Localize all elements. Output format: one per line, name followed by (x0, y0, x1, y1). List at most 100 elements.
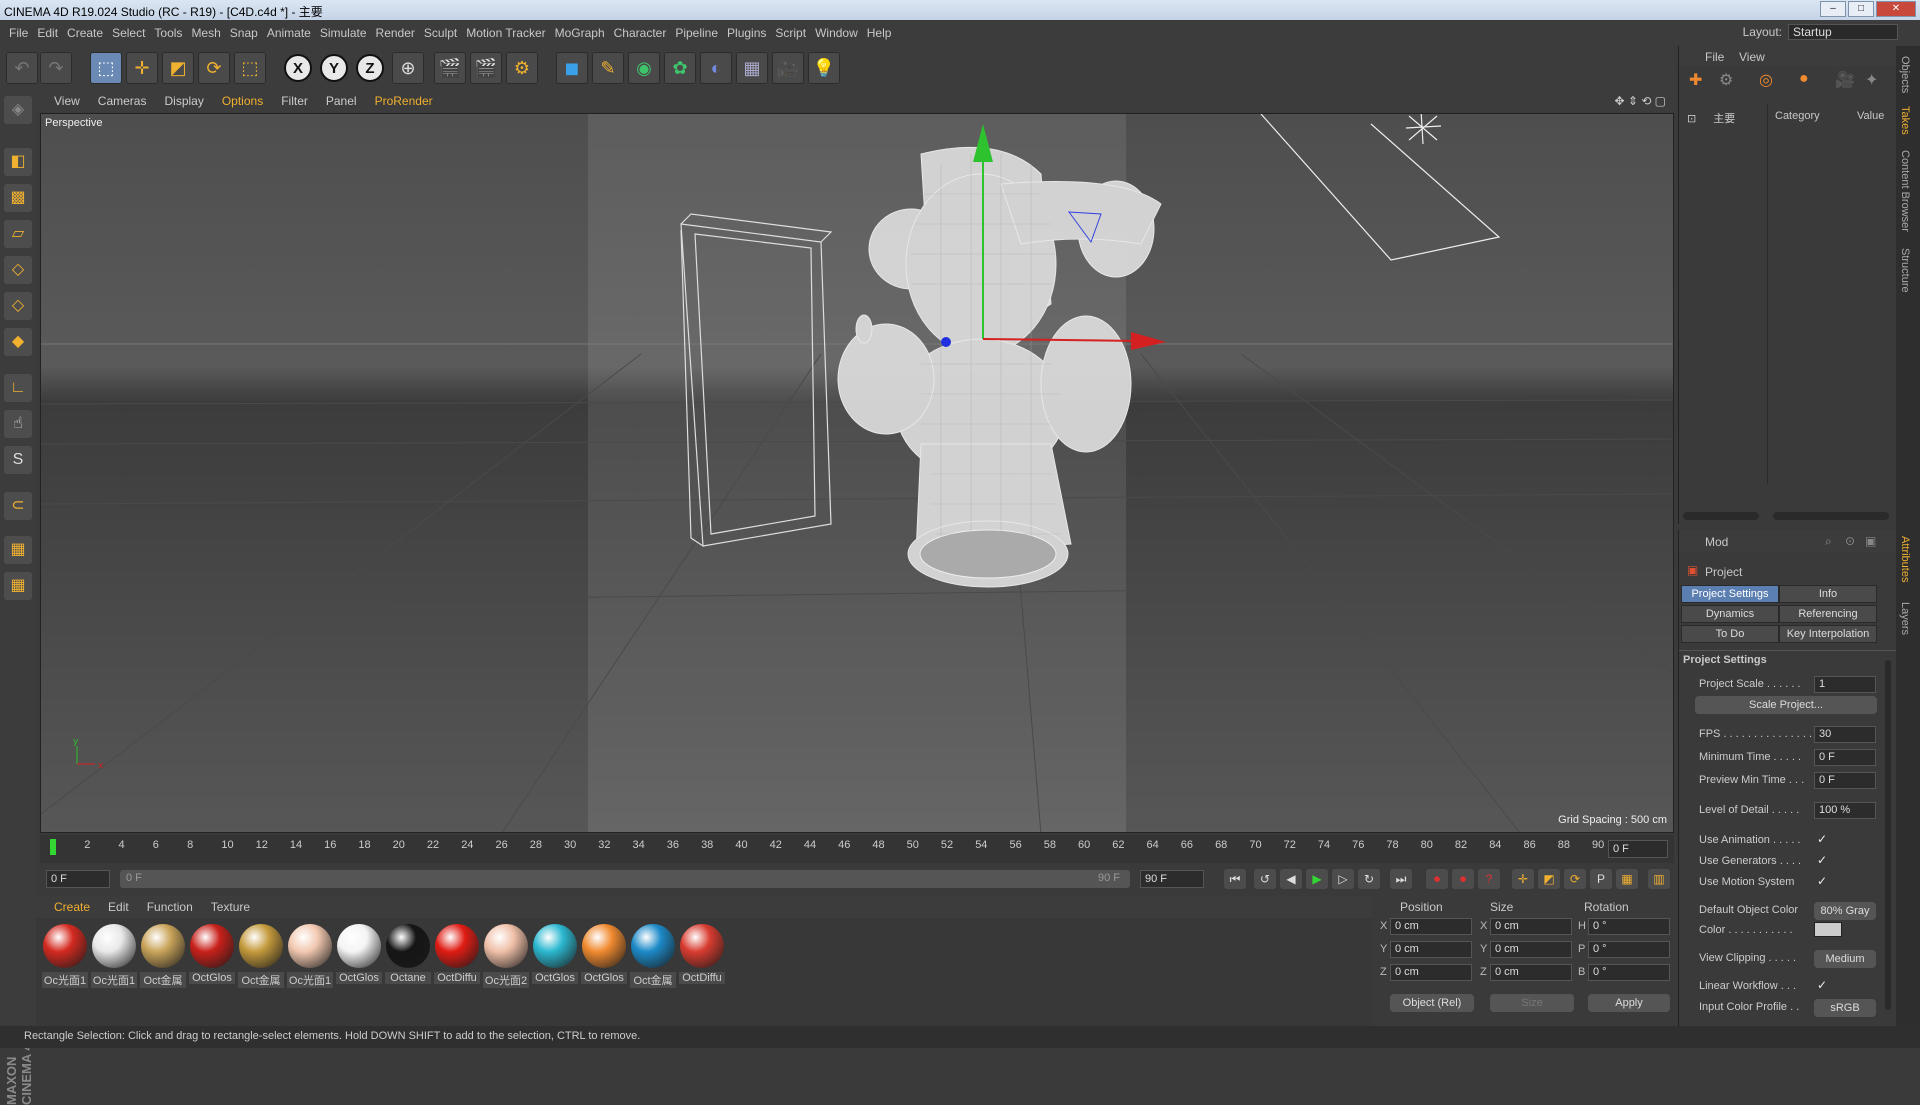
size-field[interactable]: 0 cm (1490, 941, 1572, 958)
cube-icon[interactable]: ◼ (556, 52, 588, 84)
rotation-field[interactable]: 0 ° (1588, 964, 1670, 981)
side-tab-layers[interactable]: Layers (1899, 602, 1911, 635)
key-parameter-icon[interactable]: P (1590, 869, 1612, 889)
prev-frame-icon[interactable]: ◀ (1280, 869, 1302, 889)
octane-tools-icon[interactable]: ✦ (1865, 70, 1878, 90)
viewport-menu-cameras[interactable]: Cameras (98, 94, 147, 108)
material-item[interactable]: OctGlos (581, 924, 627, 984)
material-item[interactable]: Oc光面1 (287, 924, 333, 988)
range-slider[interactable]: 0 F 90 F (120, 870, 1130, 888)
minimize-button[interactable]: – (1820, 1, 1846, 17)
perspective-viewport[interactable]: yx Perspective Grid Spacing : 500 cm (40, 113, 1674, 833)
color-swatch[interactable] (1814, 922, 1842, 937)
tab-info[interactable]: Info (1779, 585, 1877, 603)
scale-icon[interactable]: ◩ (162, 52, 194, 84)
side-tab-content-browser[interactable]: Content Browser (1899, 150, 1911, 232)
cloner-icon[interactable]: ✿ (664, 52, 696, 84)
material-item[interactable]: Octane (385, 924, 431, 984)
x-axis-lock-icon[interactable]: X (284, 54, 312, 82)
viewport-menu-options[interactable]: Options (222, 94, 263, 108)
scale-project-button[interactable]: Scale Project... (1695, 696, 1877, 714)
rotation-field[interactable]: 0 ° (1588, 918, 1670, 935)
horizontal-scrollbar-right[interactable] (1773, 512, 1889, 520)
menu-sculpt[interactable]: Sculpt (424, 26, 457, 40)
material-item[interactable]: OctDiffu (434, 924, 480, 984)
axis-mode-icon[interactable]: ∟ (4, 374, 32, 402)
polygons-mode-icon[interactable]: ◆ (4, 328, 32, 356)
objects-menu-view[interactable]: View (1739, 50, 1765, 64)
viewport-menu-panel[interactable]: Panel (326, 94, 357, 108)
side-tab-attributes[interactable]: Attributes (1899, 536, 1911, 582)
maximize-button[interactable]: □ (1848, 1, 1874, 17)
fps-field[interactable]: 30 (1814, 726, 1876, 743)
timeline-window-icon[interactable]: ▥ (1648, 869, 1670, 889)
material-item[interactable]: OctDiffu (679, 924, 725, 984)
material-item[interactable]: Oc光面2 (483, 924, 529, 988)
snap-icon[interactable]: ⊂ (4, 492, 32, 520)
material-item[interactable]: OctGlos (532, 924, 578, 984)
viewport-menu-display[interactable]: Display (164, 94, 203, 108)
octane-object-icon[interactable]: ● (1799, 70, 1809, 88)
z-axis-lock-icon[interactable]: Z (356, 54, 384, 82)
position-field[interactable]: 0 cm (1390, 918, 1472, 935)
play-icon[interactable]: ▶ (1306, 869, 1328, 889)
start-frame-field[interactable]: 0 F (46, 870, 110, 888)
menu-tools[interactable]: Tools (154, 26, 182, 40)
layout-select[interactable]: Startup (1788, 24, 1898, 40)
menu-help[interactable]: Help (867, 26, 892, 40)
horizontal-scrollbar[interactable] (1683, 512, 1759, 520)
tab-dynamics[interactable]: Dynamics (1681, 605, 1779, 623)
objects-menu-file[interactable]: File (1705, 50, 1724, 64)
octane-camera-icon[interactable]: 🎥 (1835, 70, 1855, 90)
make-editable-icon[interactable]: ◈ (4, 96, 32, 124)
recent-tools-icon[interactable]: ⬚ (234, 52, 266, 84)
end-frame-field[interactable]: 90 F (1140, 870, 1204, 888)
planar-workplane-icon[interactable]: ▦ (4, 572, 32, 600)
view-clipping-select[interactable]: Medium (1814, 950, 1876, 968)
camera-icon[interactable]: 🎥 (772, 52, 804, 84)
close-button[interactable]: ✕ (1876, 1, 1916, 17)
y-axis-lock-icon[interactable]: Y (320, 54, 348, 82)
menu-window[interactable]: Window (815, 26, 858, 40)
go-to-end-icon[interactable]: ⏭ (1390, 869, 1412, 889)
menu-plugins[interactable]: Plugins (727, 26, 766, 40)
new-panel-icon[interactable]: ▣ (1865, 534, 1876, 548)
octane-material-icon[interactable]: ◎ (1759, 70, 1773, 90)
size-field[interactable]: 0 cm (1490, 918, 1572, 935)
menu-motion-tracker[interactable]: Motion Tracker (466, 26, 545, 40)
light-icon[interactable]: 💡 (808, 52, 840, 84)
minimum-time-field[interactable]: 0 F (1814, 749, 1876, 766)
attributes-menu-mode[interactable]: Mod (1705, 535, 1728, 549)
material-item[interactable]: Oc光面1 (42, 924, 88, 988)
side-tab-objects[interactable]: Objects (1899, 56, 1911, 93)
prev-key-icon[interactable]: ↺ (1254, 869, 1276, 889)
menu-mograph[interactable]: MoGraph (555, 26, 605, 40)
viewport-menu-filter[interactable]: Filter (281, 94, 308, 108)
viewport-nav-icons[interactable]: ✥ ⇕ ⟲ ▢ (1614, 94, 1666, 108)
solo-icon[interactable]: S (4, 446, 32, 474)
playhead-marker[interactable] (50, 839, 56, 855)
texture-mode-icon[interactable]: ▩ (4, 184, 32, 212)
deformer-icon[interactable]: ◐ (700, 52, 732, 84)
level-of-detail-field[interactable]: 100 % (1814, 802, 1876, 819)
material-menu-edit[interactable]: Edit (108, 900, 129, 914)
size-mode-select[interactable]: Size (1490, 994, 1574, 1012)
octane-live-icon[interactable]: ✚ (1689, 70, 1702, 90)
render-settings-icon[interactable]: ⚙ (506, 52, 538, 84)
edges-mode-icon[interactable]: ◇ (4, 292, 32, 320)
lock-icon[interactable]: ⊙ (1845, 534, 1855, 548)
tab-referencing[interactable]: Referencing (1779, 605, 1877, 623)
material-menu-create[interactable]: Create (54, 900, 90, 914)
preview-min-time-field[interactable]: 0 F (1814, 772, 1876, 789)
record-icon[interactable]: ⏺ (1426, 869, 1448, 889)
render-view-icon[interactable]: 🎬 (434, 52, 466, 84)
vertical-scrollbar[interactable] (1885, 660, 1891, 1010)
autokey-icon[interactable]: ⏺ (1452, 869, 1474, 889)
go-to-start-icon[interactable]: ⏮ (1224, 869, 1246, 889)
position-field[interactable]: 0 cm (1390, 941, 1472, 958)
project-scale-field[interactable]: 1 (1814, 676, 1876, 693)
key-pla-icon[interactable]: ▦ (1616, 869, 1638, 889)
next-key-icon[interactable]: ↻ (1358, 869, 1380, 889)
use-generators-checkbox[interactable]: ✓ (1817, 853, 1827, 867)
menu-simulate[interactable]: Simulate (320, 26, 367, 40)
